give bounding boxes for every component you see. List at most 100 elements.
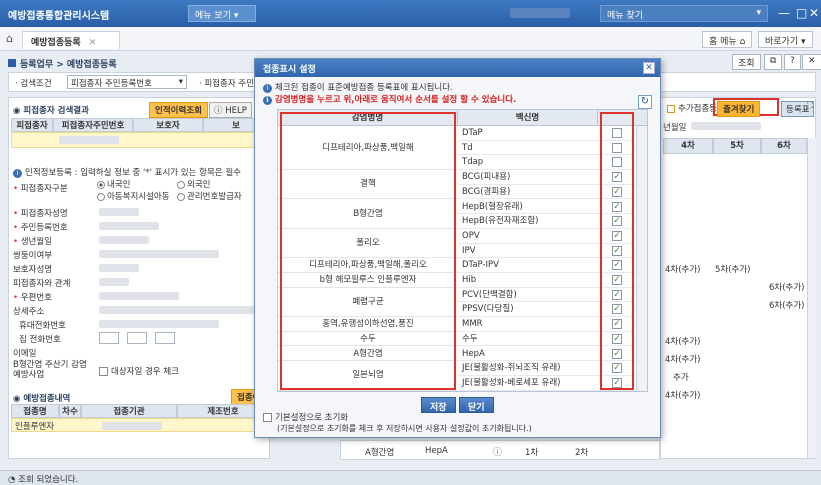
user-info bbox=[510, 8, 570, 18]
hepb-checkbox-label: 대상자일 경우 체크 bbox=[111, 367, 179, 377]
refresh-icon[interactable]: ↻ bbox=[638, 95, 652, 109]
info-icon: ⓘ bbox=[493, 448, 503, 458]
history-row[interactable]: 인플루엔자 bbox=[11, 418, 269, 432]
col-header-guardian: 보호자 bbox=[133, 118, 203, 132]
cell-4th-add-4[interactable]: 4차(추가) bbox=[665, 389, 701, 401]
tab-vaccination-register[interactable]: 예방접종등록 ✕ bbox=[22, 31, 120, 49]
cell-4th-add[interactable]: 4차(추가) bbox=[665, 263, 701, 275]
radio-foreign[interactable]: 외국인 bbox=[177, 178, 210, 190]
home-icon[interactable]: ⌂ bbox=[6, 32, 13, 45]
birth-field[interactable] bbox=[99, 236, 149, 244]
vertical-scrollbar[interactable] bbox=[636, 126, 647, 391]
radio-domestic[interactable]: 내국인 bbox=[97, 178, 130, 190]
vertical-scrollbar[interactable] bbox=[807, 138, 816, 458]
subject-type-text: 피접종자구분 bbox=[20, 184, 68, 194]
cell-add[interactable]: 추가 bbox=[673, 371, 689, 383]
help-icon: ⓘ bbox=[214, 106, 223, 116]
schedule-disease: A형간염 bbox=[365, 448, 395, 458]
result-row[interactable] bbox=[11, 132, 269, 148]
reset-checkbox[interactable]: 기본설정으로 초기화 bbox=[263, 411, 348, 423]
reset-note: (기본설정으로 초기화를 체크 후 저장하시면 사용자 설정값이 초기화됩니다.… bbox=[277, 424, 532, 433]
cell-4th-add-2[interactable]: 4차(추가) bbox=[665, 335, 701, 347]
favorites-button[interactable]: 즐겨찾기 bbox=[717, 101, 761, 117]
col-header-vaccine: 백신명 bbox=[458, 110, 598, 126]
expand-icon[interactable]: ⛶ bbox=[807, 101, 813, 111]
home-phone-field-1[interactable] bbox=[99, 332, 119, 344]
radio-foreign-label: 외국인 bbox=[187, 180, 211, 190]
checkbox-icon bbox=[263, 413, 272, 422]
vaccine-row: BCG(경피용) bbox=[458, 185, 598, 200]
mobile-label: 휴대전화번호 bbox=[19, 321, 66, 331]
cell-6th-add-1[interactable]: 6차(추가) bbox=[769, 281, 805, 293]
home-menu-label: 홈 메뉴 bbox=[709, 37, 737, 47]
vaccine-settings-table: 감염병명 백신명 디프테리아,파상풍,백일해 결핵 B형간염 폴리오 디프테리아,파상풍… bbox=[277, 109, 648, 392]
close-icon[interactable]: ✕ bbox=[643, 62, 655, 74]
hepb-label: B형간염 주산기 감염 예방사업 bbox=[13, 360, 87, 380]
help-button[interactable]: ⓘ HELP bbox=[209, 102, 252, 118]
save-button[interactable]: 저장 bbox=[421, 397, 456, 413]
vaccine-row: Td bbox=[458, 141, 598, 156]
schedule-dose-1[interactable]: 1차 bbox=[525, 446, 538, 458]
checkbox-icon bbox=[667, 104, 675, 113]
search-condition-select[interactable]: 피접종자 주민등록번호 ▾ bbox=[67, 75, 187, 89]
search-condition-value: 피접종자 주민등록번호 bbox=[71, 79, 152, 89]
name-label: • 피접종자성명 bbox=[13, 209, 68, 219]
checkbox-icon bbox=[99, 367, 108, 376]
vacc-history-title-text: 예방접종내역 bbox=[23, 394, 71, 404]
hepb-checkbox[interactable]: 대상자일 경우 체크 bbox=[99, 365, 179, 377]
vaccine-row: MMR bbox=[458, 317, 598, 332]
zip-field[interactable] bbox=[99, 292, 179, 300]
col-header-name: 피접종자 bbox=[11, 118, 53, 132]
rrn-field[interactable] bbox=[99, 222, 159, 230]
breadcrumb-text: 등록업무 > 예방접종등록 bbox=[20, 60, 117, 70]
maximize-icon[interactable]: □ bbox=[796, 6, 807, 20]
radio-mgmt-no[interactable]: 관리번호발급자 bbox=[177, 190, 242, 202]
radio-child-facility-label: 아동복지시설아동 bbox=[107, 192, 170, 202]
info-message-2: i 감염병명을 누르고 위,아래로 움직여서 순서를 설정 할 수 있습니다. bbox=[263, 93, 516, 105]
radio-mgmt-no-label: 관리번호발급자 bbox=[187, 192, 242, 202]
help-icon[interactable]: ? bbox=[784, 54, 801, 70]
cell-6th-add-2[interactable]: 6차(추가) bbox=[769, 299, 805, 311]
close-icon[interactable]: ✕ bbox=[89, 38, 97, 48]
relation-field[interactable] bbox=[99, 278, 129, 286]
info-message-1-text: 체크된 접종이 표준예방접종 등록표에 표시됩니다. bbox=[275, 83, 453, 93]
relation-label: 피접종자와 관계 bbox=[13, 279, 71, 289]
vacc-history-title: ◉ 예방접종내역 bbox=[13, 394, 71, 404]
status-text: 조회 되었습니다. bbox=[18, 475, 79, 485]
history-row-name: 인플루엔자 bbox=[15, 422, 55, 432]
vaccine-row: OPV bbox=[458, 229, 598, 244]
person-info-note-text: 인적정보등록 : 입력하실 정보 중 '*' 표시가 있는 항목은 필수 bbox=[25, 168, 241, 178]
zip-label: • 우편번호 bbox=[13, 293, 52, 303]
close-button[interactable]: 닫기 bbox=[459, 397, 494, 413]
home-phone-field-3[interactable] bbox=[155, 332, 175, 344]
address-field[interactable] bbox=[99, 306, 259, 314]
cell-5th-add[interactable]: 5차(추가) bbox=[715, 263, 751, 275]
guardian-name-field[interactable] bbox=[99, 264, 139, 272]
window-icon[interactable]: ⧉ bbox=[764, 54, 783, 70]
search-button[interactable]: 조회 bbox=[732, 54, 761, 70]
minimize-icon[interactable]: — bbox=[778, 6, 790, 20]
vaccine-row: Hib bbox=[458, 273, 598, 288]
square-icon bbox=[8, 59, 16, 67]
tab-bar: ⌂ 예방접종등록 ✕ 홈 메뉴 ⌂ 바로가기 ▾ bbox=[0, 27, 821, 51]
name-field[interactable] bbox=[99, 208, 139, 216]
twin-field[interactable] bbox=[99, 250, 219, 258]
shortcut-label: 바로가기 bbox=[765, 37, 799, 47]
radio-child-facility[interactable]: 아동복지시설아동 bbox=[97, 190, 170, 202]
vaccine-row: HepB(유전자재조합) bbox=[458, 214, 598, 229]
schedule-dose-2[interactable]: 2차 bbox=[575, 446, 588, 458]
home-menu-button[interactable]: 홈 메뉴 ⌂ bbox=[702, 31, 753, 48]
history-lookup-button[interactable]: 인적이력조회 bbox=[149, 102, 208, 118]
cell-4th-add-3[interactable]: 4차(추가) bbox=[665, 353, 701, 365]
home-phone-field-2[interactable] bbox=[127, 332, 147, 344]
vaccine-row: BCG(피내용) bbox=[458, 170, 598, 185]
menu-view-dropdown[interactable]: 메뉴 보기 ▾ bbox=[188, 5, 256, 22]
close-icon[interactable]: ✕ bbox=[802, 54, 821, 70]
menu-search-dropdown[interactable]: 메뉴 찾기 ▾ bbox=[600, 5, 768, 22]
radio-icon bbox=[177, 180, 185, 189]
close-icon[interactable]: ✕ bbox=[809, 6, 819, 20]
mobile-field[interactable] bbox=[99, 320, 219, 328]
guardian-name-label: 보호자성명 bbox=[13, 265, 53, 275]
shortcut-dropdown[interactable]: 바로가기 ▾ bbox=[758, 31, 813, 48]
col-header-rrn: 피접종자주민번호 bbox=[53, 118, 133, 132]
